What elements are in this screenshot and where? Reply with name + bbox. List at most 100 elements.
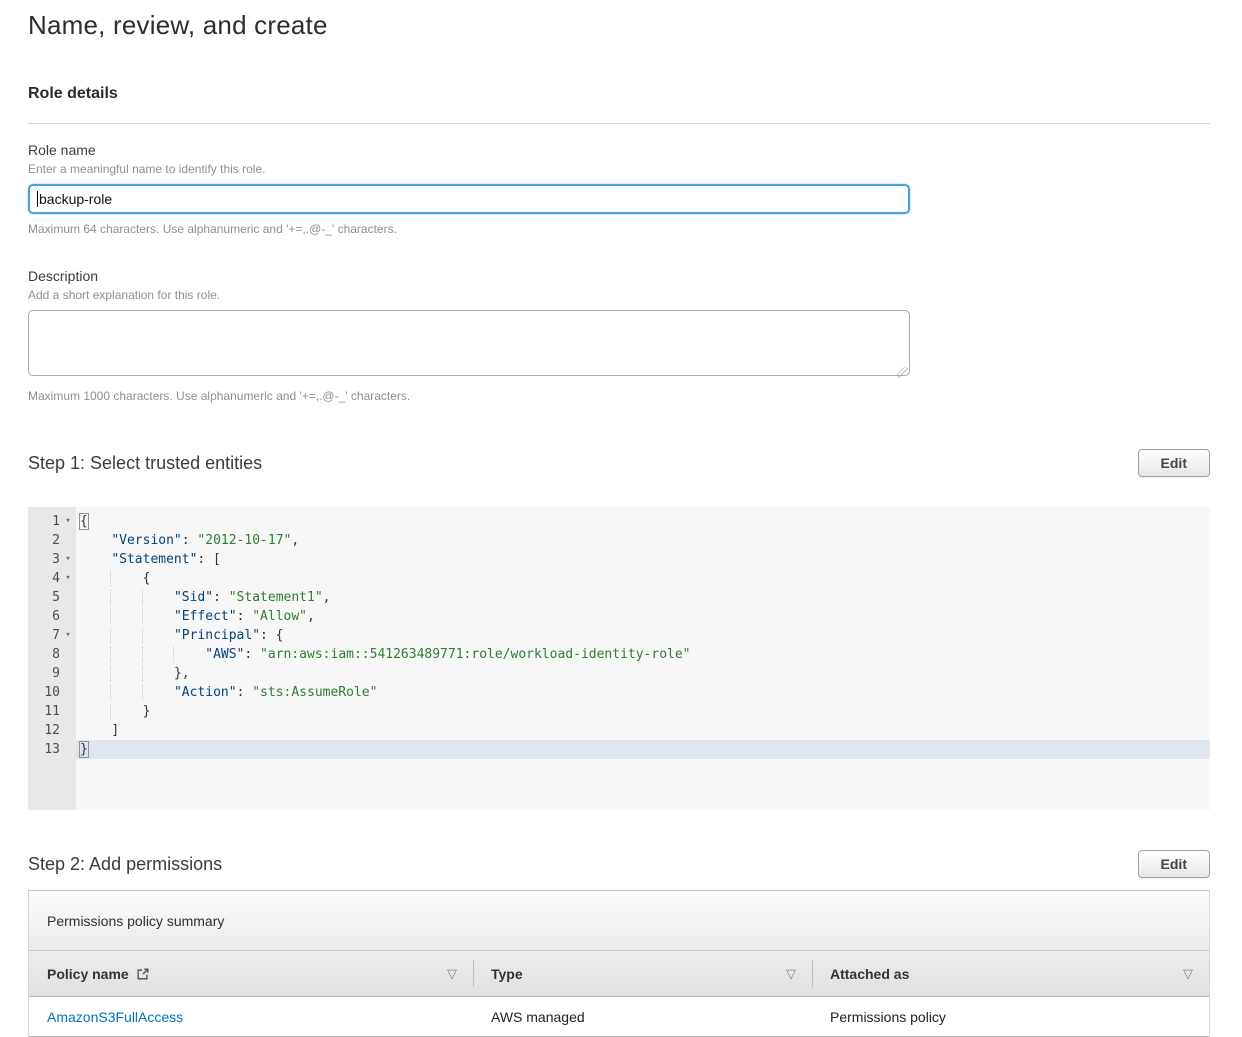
code-line[interactable]: "Statement": [ [76,550,1210,569]
indent-guide [80,590,111,605]
code-line[interactable]: }, [76,664,1210,683]
line-number: 12 [28,721,60,740]
code-line[interactable]: { [76,512,1210,531]
role-name-hint: Enter a meaningful name to identify this… [28,162,1210,176]
step1-edit-button[interactable]: Edit [1138,449,1210,477]
gutter-line: 8 [28,645,76,664]
code-token: "Action" [174,685,237,700]
policy-table-row: AmazonS3FullAccessAWS managedPermissions… [29,997,1209,1037]
line-number: 11 [28,702,60,721]
role-name-input[interactable] [28,184,910,214]
indent-guide [80,647,111,662]
fold-caret-icon[interactable]: ▾ [60,550,76,569]
fold-caret-icon[interactable]: ▾ [60,569,76,588]
code-token: "Version" [111,533,181,548]
column-header-attached-as: Attached as ▽ [812,951,1209,996]
code-token: : [213,590,229,605]
indent-guide [110,571,142,586]
role-name-constraint: Maximum 64 characters. Use alphanumeric … [28,222,1210,236]
gutter-line: 4▾ [28,569,76,588]
code-line[interactable]: "Action": "sts:AssumeRole" [76,683,1210,702]
gutter-line: 10 [28,683,76,702]
indent-guide [142,590,174,605]
code-token: : [182,533,198,548]
indent-guide [110,666,142,681]
line-number: 4 [28,569,60,588]
code-token: , [307,609,315,624]
policy-table-body: AmazonS3FullAccessAWS managedPermissions… [29,997,1209,1037]
indent-guide [142,628,174,643]
line-number: 2 [28,531,60,550]
code-token: } [143,704,151,719]
indent-guide [110,704,142,719]
code-line[interactable]: "Effect": "Allow", [76,607,1210,626]
indent-guide [110,609,142,624]
fold-caret-icon[interactable]: ▾ [60,626,76,645]
indent-guide [80,533,111,548]
fold-caret-slot [60,588,76,607]
resize-handle-icon[interactable] [897,367,908,378]
fold-caret-slot [60,645,76,664]
gutter-line: 6 [28,607,76,626]
step2-edit-button[interactable]: Edit [1138,850,1210,878]
code-line[interactable]: { [76,569,1210,588]
gutter-line: 5 [28,588,76,607]
line-number: 13 [28,740,60,759]
indent-guide [110,590,142,605]
code-token: { [143,571,151,586]
indent-guide [110,685,142,700]
description-field: Description Add a short explanation for … [28,268,1210,403]
policy-name-cell: AmazonS3FullAccess [29,1009,473,1025]
column-label: Attached as [830,966,909,982]
code-token: "Principal" [174,628,260,643]
trust-policy-editor[interactable]: 1▾23▾4▾567▾8910111213 { "Version": "2012… [28,507,1210,810]
filter-dropdown-icon[interactable]: ▽ [447,966,457,982]
code-token: "sts:AssumeRole" [252,685,377,700]
code-token: "AWS" [205,647,244,662]
code-token: : [ [197,552,220,567]
code-line[interactable]: } [76,740,1210,759]
column-label: Policy name [47,966,129,982]
gutter-line: 7▾ [28,626,76,645]
code-token: "Statement1" [229,590,323,605]
code-token: : [237,685,253,700]
code-line[interactable]: } [76,702,1210,721]
code-line[interactable]: "Principal": { [76,626,1210,645]
filter-dropdown-icon[interactable]: ▽ [1183,966,1193,982]
indent-guide [142,647,174,662]
indent-guide [142,685,174,700]
indent-guide [110,647,142,662]
step1-section: Step 1: Select trusted entities Edit 1▾2… [28,449,1210,810]
fold-caret-icon[interactable]: ▾ [60,512,76,531]
role-details-heading: Role details [28,85,1210,103]
policy-name-link[interactable]: AmazonS3FullAccess [47,1009,183,1025]
code-line[interactable]: "AWS": "arn:aws:iam::541263489771:role/w… [76,645,1210,664]
fold-caret-slot [60,531,76,550]
step2-heading: Step 2: Add permissions [28,854,222,875]
code-token: : [244,647,260,662]
line-number: 6 [28,607,60,626]
code-line[interactable]: ] [76,721,1210,740]
fold-caret-slot [60,740,76,759]
filter-dropdown-icon[interactable]: ▽ [786,966,796,982]
indent-guide [80,628,111,643]
gutter-line: 3▾ [28,550,76,569]
gutter-line: 11 [28,702,76,721]
description-label: Description [28,268,1210,284]
line-number: 1 [28,512,60,531]
line-number: 5 [28,588,60,607]
indent-guide [80,704,111,719]
code-token: ] [111,723,119,738]
code-line[interactable]: "Sid": "Statement1", [76,588,1210,607]
code-token: "Effect" [174,609,237,624]
indent-guide [80,666,111,681]
column-label: Type [491,966,523,982]
code-line[interactable]: "Version": "2012-10-17", [76,531,1210,550]
indent-guide [80,571,111,586]
fold-caret-slot [60,607,76,626]
fold-caret-slot [60,721,76,740]
description-textarea[interactable] [28,310,910,376]
description-constraint: Maximum 1000 characters. Use alphanumeri… [28,389,1210,403]
gutter-line: 13 [28,740,76,759]
editor-code[interactable]: { "Version": "2012-10-17", "Statement": … [76,507,1210,810]
